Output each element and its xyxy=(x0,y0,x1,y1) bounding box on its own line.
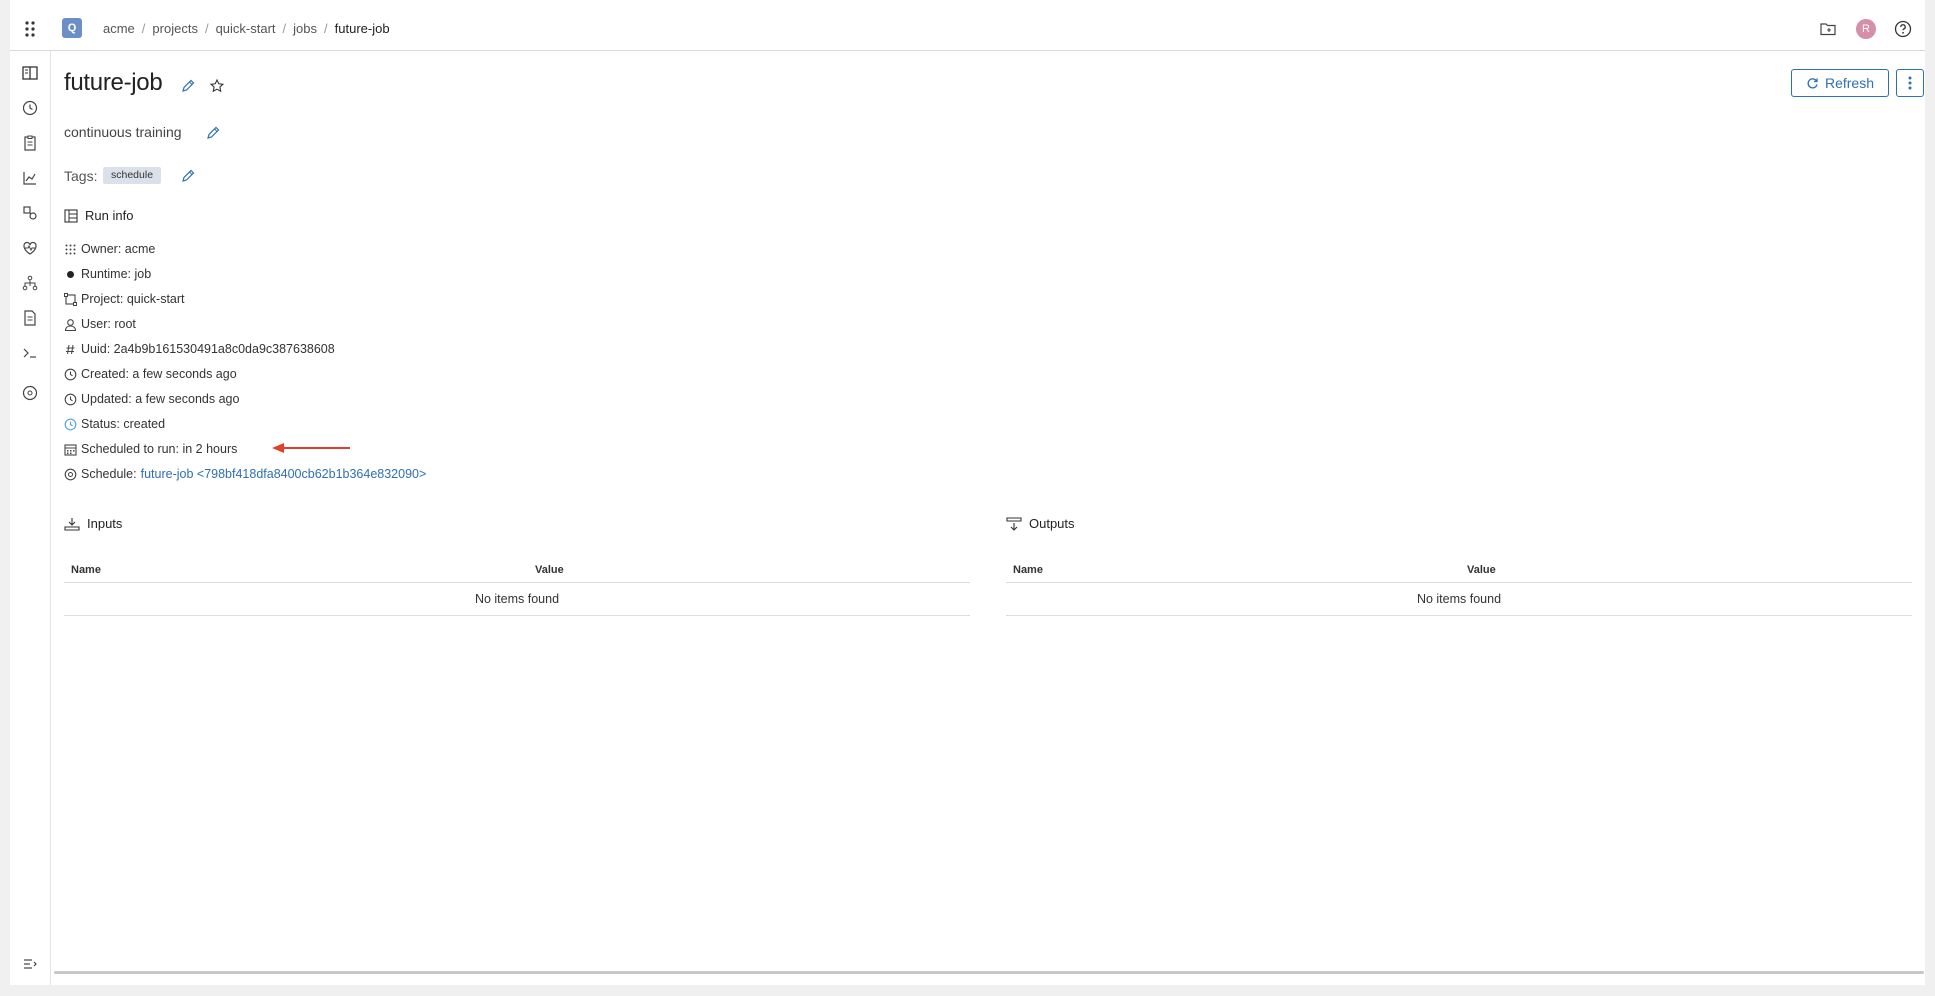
runtime-row: Runtime: job xyxy=(64,266,151,282)
app-frame: Q acme / projects / quick-start / jobs /… xyxy=(10,0,1925,985)
table-header: Name Value xyxy=(64,559,970,583)
breadcrumb-separator: / xyxy=(204,21,209,36)
breadcrumb-separator: / xyxy=(141,21,146,36)
artifacts-icon[interactable] xyxy=(20,203,40,223)
inputs-icon xyxy=(64,517,80,531)
history-icon[interactable] xyxy=(20,98,40,118)
main-content: future-job continuous training Tags: sch… xyxy=(64,51,1925,985)
metrics-chart-icon[interactable] xyxy=(20,168,40,188)
inputs-title: Inputs xyxy=(87,516,123,531)
column-header-name: Name xyxy=(1013,564,1043,576)
column-header-value: Value xyxy=(535,564,564,576)
created-text: Created: a few seconds ago xyxy=(81,367,237,381)
outputs-title: Outputs xyxy=(1029,516,1075,531)
tag-badge: schedule xyxy=(103,167,162,184)
updated-row: Updated: a few seconds ago xyxy=(64,391,239,407)
scheduled-text: Scheduled to run: in 2 hours xyxy=(81,442,238,456)
edit-description-pencil-icon[interactable] xyxy=(205,125,221,141)
owner-text: Owner: acme xyxy=(81,242,156,256)
hash-icon xyxy=(66,344,75,354)
status-clock-icon xyxy=(64,418,77,430)
project-row: Project: quick-start xyxy=(64,291,185,307)
horizontal-scrollbar[interactable] xyxy=(54,971,1924,974)
status-text: Status: created xyxy=(81,417,166,431)
inputs-heading: Inputs xyxy=(64,516,122,531)
updated-clock-icon xyxy=(64,393,77,405)
user-icon xyxy=(64,318,77,331)
more-actions-button[interactable] xyxy=(1896,69,1924,97)
left-sidebar xyxy=(10,51,51,985)
breadcrumb-separator: / xyxy=(324,21,328,36)
folder-icon[interactable] xyxy=(1818,19,1838,39)
clipboard-icon[interactable] xyxy=(20,133,40,153)
updated-text: Updated: a few seconds ago xyxy=(81,392,240,406)
run-info-title: Run info xyxy=(85,208,134,223)
owner-row: Owner: acme xyxy=(64,241,155,257)
schedule-link[interactable]: future-job <798bf418dfa8400cb62b1b364e83… xyxy=(141,467,427,481)
scheduled-row: Scheduled to run: in 2 hours xyxy=(64,441,237,457)
breadcrumb: acme / projects / quick-start / jobs / f… xyxy=(103,21,390,36)
apps-menu-icon[interactable] xyxy=(18,17,42,41)
created-clock-icon xyxy=(64,368,77,380)
schedule-icon xyxy=(64,468,77,480)
refresh-icon xyxy=(1807,77,1818,88)
project-icon xyxy=(64,292,77,306)
refresh-label: Refresh xyxy=(1824,75,1875,91)
outputs-heading: Outputs xyxy=(1006,516,1075,531)
outputs-icon xyxy=(1006,516,1022,531)
lineage-icon[interactable] xyxy=(20,273,40,293)
column-header-name: Name xyxy=(71,564,101,576)
schedule-settings-icon[interactable] xyxy=(20,383,40,403)
empty-state: No items found xyxy=(64,583,970,616)
created-row: Created: a few seconds ago xyxy=(64,366,237,382)
column-header-value: Value xyxy=(1467,564,1496,576)
kebab-menu-icon xyxy=(1908,76,1912,90)
collapse-sidebar-icon[interactable] xyxy=(20,954,40,974)
edit-title-pencil-icon[interactable] xyxy=(180,78,196,94)
health-icon[interactable] xyxy=(20,238,40,258)
run-info-icon xyxy=(64,208,78,223)
status-row: Status: created xyxy=(64,416,165,432)
favorite-star-icon[interactable] xyxy=(209,78,225,94)
help-icon[interactable] xyxy=(1893,19,1913,39)
table-header: Name Value xyxy=(1006,559,1912,583)
project-text: Project: quick-start xyxy=(81,292,185,306)
uuid-row: Uuid: 2a4b9b161530491a8c0da9c387638608 xyxy=(64,341,335,357)
breadcrumb-quick-start[interactable]: quick-start xyxy=(216,21,276,36)
page-title: future-job xyxy=(64,69,163,96)
breadcrumb-separator: / xyxy=(282,21,287,36)
app-logo[interactable]: Q xyxy=(62,18,82,38)
user-row: User: root xyxy=(64,316,136,332)
outputs-table: Name Value No items found xyxy=(1006,559,1912,616)
runtime-dot-icon xyxy=(67,270,74,278)
calendar-icon xyxy=(64,443,77,456)
annotation-arrow-icon xyxy=(272,443,350,453)
tags-label: Tags: xyxy=(64,168,98,184)
runtime-text: Runtime: job xyxy=(81,267,152,281)
owner-icon xyxy=(65,244,76,254)
logs-icon[interactable] xyxy=(20,308,40,328)
schedule-row: Schedule: future-job <798bf418dfa8400cb6… xyxy=(64,466,426,482)
terminal-icon[interactable] xyxy=(20,343,40,363)
breadcrumb-projects[interactable]: projects xyxy=(152,21,198,36)
inputs-table: Name Value No items found xyxy=(64,559,970,616)
avatar[interactable]: R xyxy=(1856,19,1876,39)
run-info-heading: Run info xyxy=(64,208,133,223)
edit-tags-pencil-icon[interactable] xyxy=(180,168,196,184)
empty-state: No items found xyxy=(1006,583,1912,616)
top-bar: Q acme / projects / quick-start / jobs /… xyxy=(10,9,1925,51)
breadcrumb-jobs[interactable]: jobs xyxy=(293,21,317,36)
overview-icon[interactable] xyxy=(20,63,40,83)
user-text: User: root xyxy=(81,317,136,331)
uuid-text: Uuid: 2a4b9b161530491a8c0da9c387638608 xyxy=(81,342,335,356)
refresh-button[interactable]: Refresh xyxy=(1791,69,1889,97)
breadcrumb-acme[interactable]: acme xyxy=(103,21,135,36)
description-text: continuous training xyxy=(64,124,182,140)
schedule-label: Schedule: xyxy=(81,467,137,481)
breadcrumb-future-job: future-job xyxy=(334,21,390,36)
